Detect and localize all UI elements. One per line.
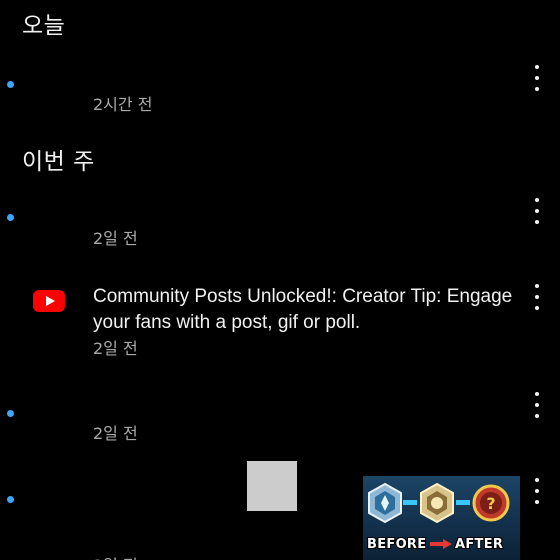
connector-line (403, 500, 417, 505)
mystery-badge-icon: ? (472, 484, 510, 522)
unread-indicator (7, 410, 14, 417)
more-options-icon[interactable] (527, 65, 547, 91)
unread-indicator (7, 81, 14, 88)
youtube-logo-icon (33, 290, 65, 312)
notification-time: 2일 전 (93, 229, 138, 248)
video-thumbnail[interactable]: ? BEFORE AFTER (363, 476, 520, 560)
connector-line (456, 500, 470, 505)
image-placeholder (247, 461, 297, 511)
arrow-right-icon (430, 539, 452, 549)
more-options-icon[interactable] (527, 284, 547, 310)
notification-time: 2시간 전 (93, 95, 153, 114)
thumbnail-after-text: AFTER (455, 537, 504, 552)
more-options-icon[interactable] (527, 392, 547, 418)
thumbnail-before-text: BEFORE (367, 537, 427, 552)
unread-indicator (7, 214, 14, 221)
more-options-icon[interactable] (527, 198, 547, 224)
rank-badge-icon (420, 482, 454, 524)
notification-title: Community Posts Unlocked!: Creator Tip: … (93, 286, 513, 333)
notification-time: 2일 전 (93, 552, 138, 560)
notifications-page: 오늘 2시간 전 이번 주 2일 전 Community Posts Unloc… (0, 0, 560, 560)
svg-text:?: ? (486, 494, 495, 513)
unread-indicator (7, 496, 14, 503)
notification-time: 2일 전 (93, 339, 138, 358)
rank-badge-icon (368, 482, 402, 524)
section-header-this-week: 이번 주 (22, 149, 95, 175)
notification-time: 2일 전 (93, 424, 138, 443)
more-options-icon[interactable] (527, 478, 547, 504)
section-header-today: 오늘 (22, 13, 66, 39)
